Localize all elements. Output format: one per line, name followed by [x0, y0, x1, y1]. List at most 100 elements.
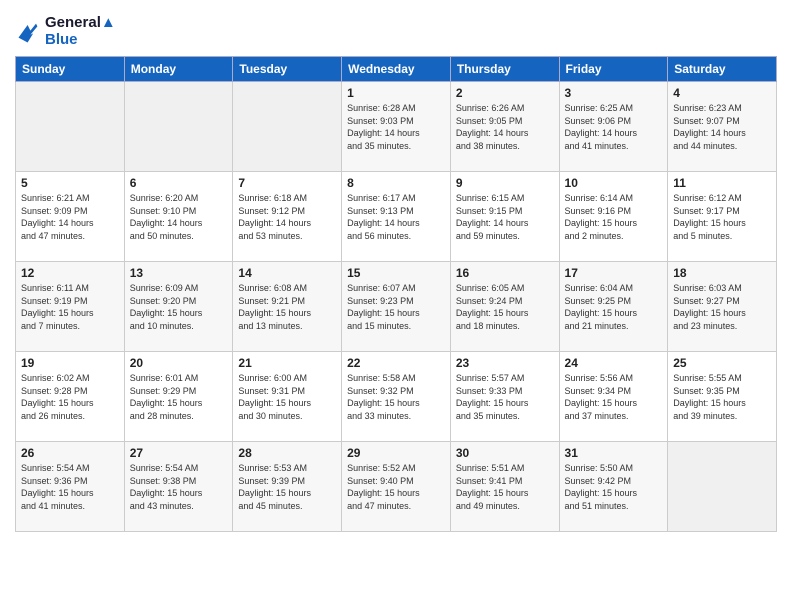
day-info: Sunrise: 6:03 AM Sunset: 9:27 PM Dayligh… — [673, 282, 771, 332]
header: General▲ Blue — [15, 10, 777, 48]
day-cell: 5 Sunrise: 6:21 AM Sunset: 9:09 PM Daylig… — [16, 172, 125, 262]
day-number: 23 — [456, 356, 554, 370]
day-info: Sunrise: 6:28 AM Sunset: 9:03 PM Dayligh… — [347, 102, 445, 152]
week-row-1: 1 Sunrise: 6:28 AM Sunset: 9:03 PM Daylig… — [16, 82, 777, 172]
day-number: 19 — [21, 356, 119, 370]
week-row-5: 26 Sunrise: 5:54 AM Sunset: 9:36 PM Dayli… — [16, 442, 777, 532]
calendar-header: Sunday Monday Tuesday Wednesday Thursday… — [16, 57, 777, 82]
day-cell: 15 Sunrise: 6:07 AM Sunset: 9:23 PM Dayli… — [342, 262, 451, 352]
day-number: 3 — [565, 86, 663, 100]
day-cell — [16, 82, 125, 172]
col-monday: Monday — [124, 57, 233, 82]
col-saturday: Saturday — [668, 57, 777, 82]
calendar-table: Sunday Monday Tuesday Wednesday Thursday… — [15, 56, 777, 532]
day-info: Sunrise: 6:18 AM Sunset: 9:12 PM Dayligh… — [238, 192, 336, 242]
day-info: Sunrise: 5:50 AM Sunset: 9:42 PM Dayligh… — [565, 462, 663, 512]
day-cell: 1 Sunrise: 6:28 AM Sunset: 9:03 PM Daylig… — [342, 82, 451, 172]
day-cell: 14 Sunrise: 6:08 AM Sunset: 9:21 PM Dayli… — [233, 262, 342, 352]
logo-icon — [15, 18, 43, 46]
day-number: 1 — [347, 86, 445, 100]
day-number: 31 — [565, 446, 663, 460]
day-number: 27 — [130, 446, 228, 460]
day-info: Sunrise: 6:21 AM Sunset: 9:09 PM Dayligh… — [21, 192, 119, 242]
day-info: Sunrise: 5:54 AM Sunset: 9:38 PM Dayligh… — [130, 462, 228, 512]
day-number: 5 — [21, 176, 119, 190]
col-wednesday: Wednesday — [342, 57, 451, 82]
day-number: 10 — [565, 176, 663, 190]
day-info: Sunrise: 5:55 AM Sunset: 9:35 PM Dayligh… — [673, 372, 771, 422]
week-row-4: 19 Sunrise: 6:02 AM Sunset: 9:28 PM Dayli… — [16, 352, 777, 442]
day-cell: 22 Sunrise: 5:58 AM Sunset: 9:32 PM Dayli… — [342, 352, 451, 442]
logo-text: General▲ Blue — [45, 15, 116, 48]
day-cell — [124, 82, 233, 172]
day-number: 8 — [347, 176, 445, 190]
day-number: 4 — [673, 86, 771, 100]
day-number: 22 — [347, 356, 445, 370]
day-info: Sunrise: 6:07 AM Sunset: 9:23 PM Dayligh… — [347, 282, 445, 332]
day-number: 25 — [673, 356, 771, 370]
day-cell: 12Sunrise: 6:11 AM Sunset: 9:19 PM Dayli… — [16, 262, 125, 352]
day-cell: 20 Sunrise: 6:01 AM Sunset: 9:29 PM Dayli… — [124, 352, 233, 442]
day-info: Sunrise: 6:20 AM Sunset: 9:10 PM Dayligh… — [130, 192, 228, 242]
day-info: Sunrise: 6:02 AM Sunset: 9:28 PM Dayligh… — [21, 372, 119, 422]
day-number: 15 — [347, 266, 445, 280]
day-number: 17 — [565, 266, 663, 280]
day-cell: 19 Sunrise: 6:02 AM Sunset: 9:28 PM Dayli… — [16, 352, 125, 442]
day-cell — [233, 82, 342, 172]
day-cell: 13 Sunrise: 6:09 AM Sunset: 9:20 PM Dayli… — [124, 262, 233, 352]
day-number: 14 — [238, 266, 336, 280]
day-info: Sunrise: 6:12 AM Sunset: 9:17 PM Dayligh… — [673, 192, 771, 242]
day-cell: 18 Sunrise: 6:03 AM Sunset: 9:27 PM Dayli… — [668, 262, 777, 352]
day-info: Sunrise: 6:05 AM Sunset: 9:24 PM Dayligh… — [456, 282, 554, 332]
day-number: 7 — [238, 176, 336, 190]
day-number: 26 — [21, 446, 119, 460]
day-number: 6 — [130, 176, 228, 190]
day-number: 9 — [456, 176, 554, 190]
day-number: 29 — [347, 446, 445, 460]
day-number: 21 — [238, 356, 336, 370]
day-info: Sunrise: 6:01 AM Sunset: 9:29 PM Dayligh… — [130, 372, 228, 422]
logo: General▲ Blue — [15, 15, 116, 48]
day-info: Sunrise: 5:56 AM Sunset: 9:34 PM Dayligh… — [565, 372, 663, 422]
day-number: 12 — [21, 266, 119, 280]
day-number: 28 — [238, 446, 336, 460]
day-number: 20 — [130, 356, 228, 370]
day-info: Sunrise: 6:04 AM Sunset: 9:25 PM Dayligh… — [565, 282, 663, 332]
day-cell: 25 Sunrise: 5:55 AM Sunset: 9:35 PM Dayli… — [668, 352, 777, 442]
day-number: 24 — [565, 356, 663, 370]
day-info: Sunrise: 6:26 AM Sunset: 9:05 PM Dayligh… — [456, 102, 554, 152]
day-cell: 4 Sunrise: 6:23 AM Sunset: 9:07 PM Daylig… — [668, 82, 777, 172]
day-info: Sunrise: 5:52 AM Sunset: 9:40 PM Dayligh… — [347, 462, 445, 512]
day-cell: 31 Sunrise: 5:50 AM Sunset: 9:42 PM Dayli… — [559, 442, 668, 532]
day-cell: 17 Sunrise: 6:04 AM Sunset: 9:25 PM Dayli… — [559, 262, 668, 352]
day-number: 2 — [456, 86, 554, 100]
day-number: 11 — [673, 176, 771, 190]
day-cell: 16Sunrise: 6:05 AM Sunset: 9:24 PM Dayli… — [450, 262, 559, 352]
day-cell — [668, 442, 777, 532]
day-info: Sunrise: 5:58 AM Sunset: 9:32 PM Dayligh… — [347, 372, 445, 422]
header-row: Sunday Monday Tuesday Wednesday Thursday… — [16, 57, 777, 82]
day-cell: 6 Sunrise: 6:20 AM Sunset: 9:10 PM Daylig… — [124, 172, 233, 262]
day-cell: 7 Sunrise: 6:18 AM Sunset: 9:12 PM Daylig… — [233, 172, 342, 262]
day-info: Sunrise: 6:14 AM Sunset: 9:16 PM Dayligh… — [565, 192, 663, 242]
day-number: 13 — [130, 266, 228, 280]
week-row-2: 5 Sunrise: 6:21 AM Sunset: 9:09 PM Daylig… — [16, 172, 777, 262]
day-cell: 10 Sunrise: 6:14 AM Sunset: 9:16 PM Dayli… — [559, 172, 668, 262]
day-info: Sunrise: 6:00 AM Sunset: 9:31 PM Dayligh… — [238, 372, 336, 422]
day-number: 18 — [673, 266, 771, 280]
day-cell: 11 Sunrise: 6:12 AM Sunset: 9:17 PM Dayli… — [668, 172, 777, 262]
day-info: Sunrise: 5:54 AM Sunset: 9:36 PM Dayligh… — [21, 462, 119, 512]
day-info: Sunrise: 6:23 AM Sunset: 9:07 PM Dayligh… — [673, 102, 771, 152]
col-sunday: Sunday — [16, 57, 125, 82]
day-info: Sunrise: 6:09 AM Sunset: 9:20 PM Dayligh… — [130, 282, 228, 332]
calendar-page: General▲ Blue Sunday Monday Tuesday Wedn… — [0, 0, 792, 612]
day-cell: 28 Sunrise: 5:53 AM Sunset: 9:39 PM Dayli… — [233, 442, 342, 532]
day-number: 30 — [456, 446, 554, 460]
day-cell: 26 Sunrise: 5:54 AM Sunset: 9:36 PM Dayli… — [16, 442, 125, 532]
col-thursday: Thursday — [450, 57, 559, 82]
day-info: Sunrise: 6:08 AM Sunset: 9:21 PM Dayligh… — [238, 282, 336, 332]
day-info: Sunrise: 5:53 AM Sunset: 9:39 PM Dayligh… — [238, 462, 336, 512]
day-info: Sunrise: 5:51 AM Sunset: 9:41 PM Dayligh… — [456, 462, 554, 512]
day-cell: 9Sunrise: 6:15 AM Sunset: 9:15 PM Daylig… — [450, 172, 559, 262]
day-cell: 8Sunrise: 6:17 AM Sunset: 9:13 PM Daylig… — [342, 172, 451, 262]
